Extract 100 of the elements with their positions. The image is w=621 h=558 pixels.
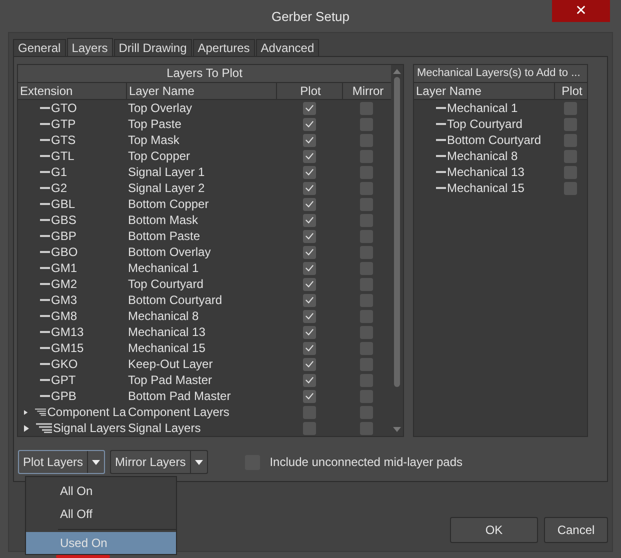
extension-cell: GKO xyxy=(51,357,78,371)
plot-checkbox[interactable] xyxy=(302,150,316,162)
mirror-checkbox[interactable] xyxy=(360,262,373,274)
extension-cell: GBL xyxy=(51,197,76,211)
plot-checkbox[interactable] xyxy=(302,182,316,194)
layer-name-cell-text: Bottom Pad Master xyxy=(127,389,232,403)
mirror-checkbox[interactable] xyxy=(360,278,373,290)
column-header[interactable]: Layer Name xyxy=(126,83,276,99)
layer-name-cell: Mechanical 13 xyxy=(447,165,524,179)
plot-checkbox[interactable] xyxy=(302,246,316,258)
scroll-down-icon[interactable] xyxy=(393,427,401,432)
mirror-checkbox[interactable] xyxy=(360,214,373,226)
mirror-checkbox[interactable] xyxy=(360,358,373,370)
plot-checkbox[interactable] xyxy=(302,294,316,306)
extension-cell: GM13 xyxy=(51,325,84,339)
window-title: Gerber Setup xyxy=(271,8,350,24)
tab[interactable]: Drill Drawing xyxy=(114,39,192,56)
mirror-checkbox[interactable] xyxy=(360,390,373,402)
plot-checkbox[interactable] xyxy=(564,182,577,194)
tab[interactable]: Apertures xyxy=(192,39,255,56)
plot-checkbox[interactable] xyxy=(302,262,316,274)
mirror-checkbox[interactable] xyxy=(360,118,373,130)
layer-name-cell-text: Bottom Paste xyxy=(127,229,202,243)
plot-checkbox[interactable] xyxy=(564,102,577,114)
plot-checkbox[interactable] xyxy=(302,134,316,146)
menu-item[interactable]: All On xyxy=(26,480,176,503)
tab[interactable]: Layers xyxy=(66,38,113,56)
extension-cell: Component La xyxy=(47,405,126,419)
column-header[interactable]: Plot xyxy=(276,83,342,99)
extension-cell: GM2 xyxy=(51,277,78,291)
mirror-checkbox[interactable] xyxy=(360,102,373,114)
mirror-checkbox[interactable] xyxy=(360,406,373,418)
plot-checkbox[interactable] xyxy=(564,150,577,162)
checkbox-label[interactable]: Include unconnected mid-layer pads xyxy=(270,455,463,469)
column-header[interactable]: Mirror xyxy=(342,83,391,99)
plot-checkbox[interactable] xyxy=(302,198,316,210)
plot-checkbox[interactable] xyxy=(564,134,577,146)
plot-checkbox[interactable] xyxy=(302,422,316,434)
plot-checkbox[interactable] xyxy=(302,358,316,370)
mirror-layers-dropdown[interactable]: Mirror Layers xyxy=(110,450,208,474)
extension-cell: GM1 xyxy=(51,261,78,275)
mirror-checkbox[interactable] xyxy=(360,294,373,306)
extension-cell: GM3 xyxy=(51,293,78,307)
extension-cell: GBO xyxy=(51,245,78,259)
plot-layers-dropdown[interactable]: Plot Layers xyxy=(18,450,106,474)
close-button[interactable]: ✕ xyxy=(552,0,610,22)
expand-icon[interactable] xyxy=(24,408,28,416)
layer-name-cell-text: Component Layers xyxy=(127,405,230,419)
caret-icon xyxy=(92,460,100,464)
plot-checkbox[interactable] xyxy=(302,214,316,226)
plot-checkbox[interactable] xyxy=(564,166,577,178)
mirror-checkbox[interactable] xyxy=(360,326,373,338)
layer-name-cell-text: Mechanical 13 xyxy=(127,325,206,339)
tab[interactable]: Advanced xyxy=(256,39,320,56)
plot-checkbox[interactable] xyxy=(302,342,316,354)
plot-checkbox[interactable] xyxy=(302,278,316,290)
caret-icon xyxy=(194,460,203,464)
extension-cell: GBP xyxy=(51,229,76,243)
extension-cell: GTS xyxy=(51,133,76,147)
layer-name-cell-text: Top Copper xyxy=(127,149,192,163)
layer-name-cell-text: Keep-Out Layer xyxy=(127,357,214,371)
mirror-checkbox[interactable] xyxy=(360,166,373,178)
plot-checkbox[interactable] xyxy=(302,374,316,386)
mirror-checkbox[interactable] xyxy=(360,310,373,322)
mirror-checkbox[interactable] xyxy=(360,246,373,258)
mirror-checkbox[interactable] xyxy=(360,230,373,242)
mirror-checkbox[interactable] xyxy=(360,150,373,162)
menu-item[interactable]: All Off xyxy=(26,503,176,526)
extension-cell: G1 xyxy=(51,165,68,179)
plot-checkbox[interactable] xyxy=(302,102,316,114)
tab[interactable]: General xyxy=(13,39,66,56)
dialog-button[interactable]: OK xyxy=(450,517,538,543)
layer-name-cell-text: Bottom Courtyard xyxy=(127,293,224,307)
plot-checkbox[interactable] xyxy=(302,166,316,178)
column-header[interactable]: Layer Name xyxy=(414,83,554,99)
layer-name-cell-text: Signal Layers xyxy=(127,421,202,435)
mirror-checkbox[interactable] xyxy=(360,342,373,354)
plot-checkbox[interactable] xyxy=(302,310,316,322)
mirror-checkbox[interactable] xyxy=(360,182,373,194)
plot-checkbox[interactable] xyxy=(302,406,316,418)
mirror-checkbox[interactable] xyxy=(360,198,373,210)
plot-checkbox[interactable] xyxy=(302,390,316,402)
plot-checkbox[interactable] xyxy=(302,118,316,130)
layer-name-cell-text: Top Mask xyxy=(127,133,180,147)
mirror-checkbox[interactable] xyxy=(360,374,373,386)
plot-checkbox[interactable] xyxy=(302,326,316,338)
layer-name-cell-text: Mechanical 8 xyxy=(127,309,200,323)
extension-cell: GTL xyxy=(51,149,74,163)
column-header[interactable]: Plot xyxy=(554,83,587,99)
expand-icon[interactable] xyxy=(24,424,29,432)
mirror-checkbox[interactable] xyxy=(360,134,373,146)
layer-name-cell: Bottom Courtyard xyxy=(447,133,542,147)
dialog-button[interactable]: Cancel xyxy=(544,517,608,543)
extension-cell: GPB xyxy=(51,389,76,403)
scroll-up-icon[interactable] xyxy=(393,69,401,74)
extension-cell: GTP xyxy=(51,117,76,131)
plot-checkbox[interactable] xyxy=(302,230,316,242)
plot-checkbox[interactable] xyxy=(564,118,577,130)
mirror-checkbox[interactable] xyxy=(360,422,373,434)
column-header[interactable]: Extension xyxy=(18,83,126,99)
